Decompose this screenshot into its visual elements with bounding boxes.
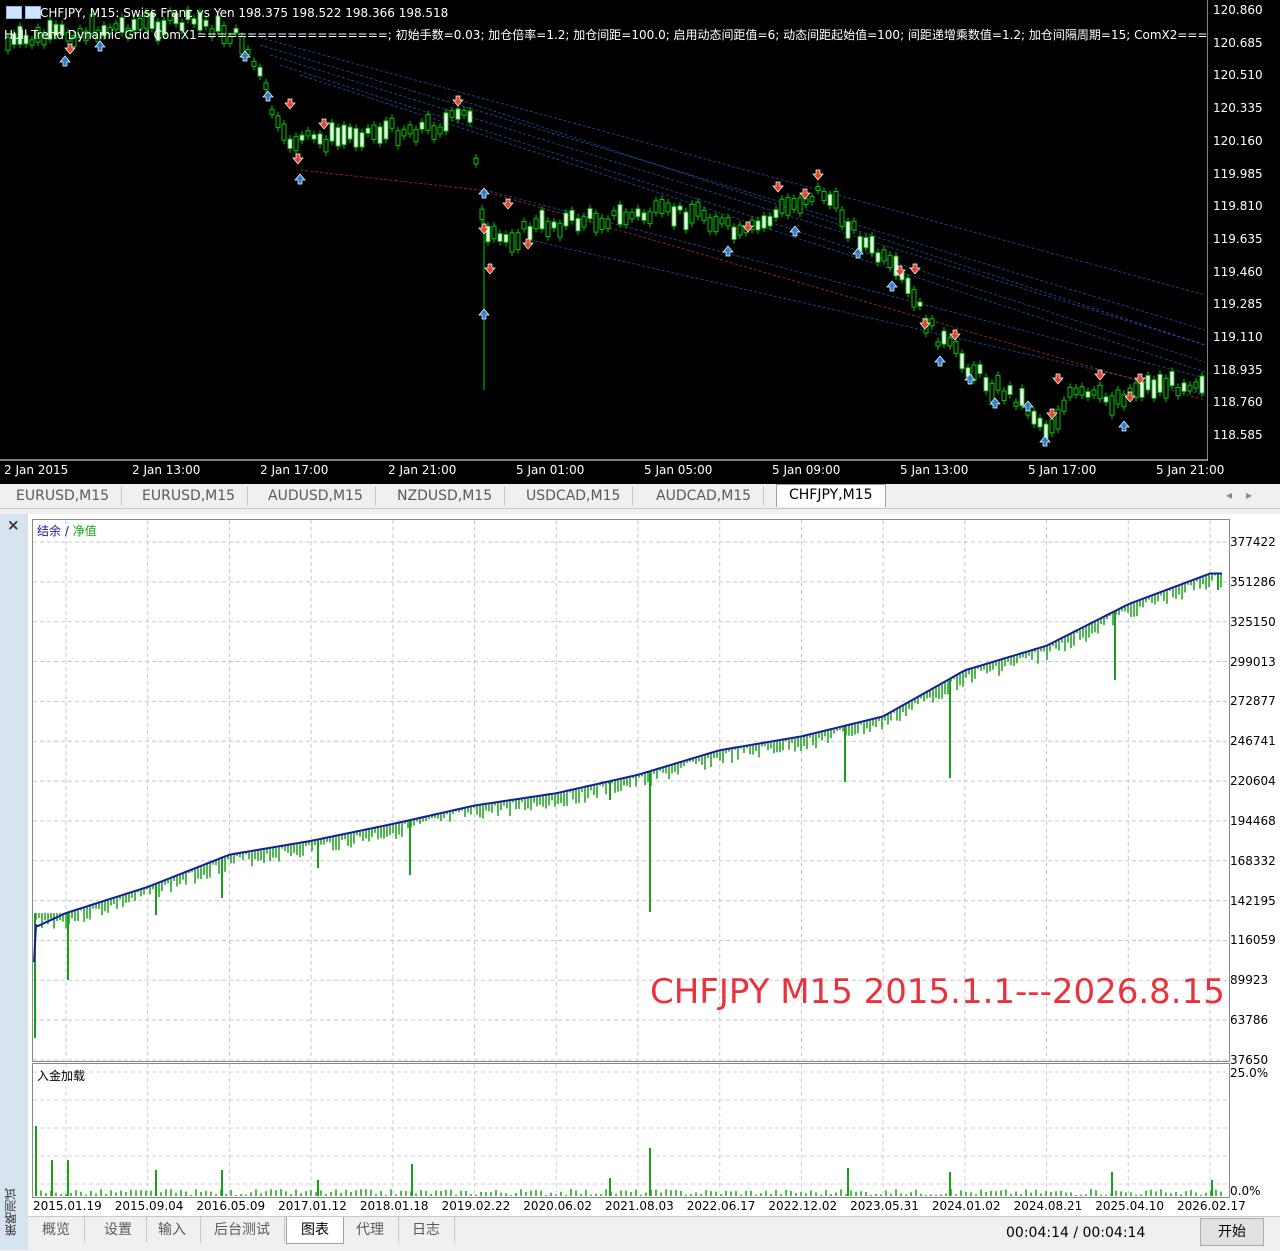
equity-tick-label: 351286 <box>1230 574 1276 589</box>
tester-tick-label: 2015.09.04 <box>114 1199 184 1213</box>
tab-settings[interactable]: 设置 <box>90 1217 147 1243</box>
elapsed-timer: 00:04:14 / 00:04:14 <box>1006 1225 1146 1241</box>
tab-agents[interactable]: 代理 <box>342 1217 399 1243</box>
tester-tick-label: 2016.05.09 <box>196 1199 266 1213</box>
tab-journal[interactable]: 日志 <box>398 1217 455 1243</box>
tester-tick-label: 2020.06.02 <box>523 1199 592 1213</box>
tab-backtest[interactable]: 后台测试 <box>200 1217 285 1243</box>
equity-tick-label: 325150 <box>1230 614 1276 629</box>
equity-legend: 结余 / 净值 <box>37 522 97 539</box>
tester-tick-label: 2025.04.10 <box>1095 1199 1164 1213</box>
tester-tick-label: 2026.02.17 <box>1177 1199 1246 1213</box>
deposit-legend: 入金加载 <box>37 1069 86 1083</box>
tab-overview[interactable]: 概览 <box>28 1217 85 1243</box>
tester-tick-label: 2015.01.19 <box>33 1199 102 1213</box>
tab-chart[interactable]: 图表 <box>286 1217 344 1244</box>
tester-tick-label: 2017.01.12 <box>278 1199 347 1213</box>
equity-tick-label: 142195 <box>1230 893 1276 908</box>
tester-tick-label: 2018.01.18 <box>359 1199 429 1213</box>
equity-tick-label: 220604 <box>1230 774 1276 789</box>
tab-inputs[interactable]: 输入 <box>144 1217 201 1243</box>
tester-tick-label: 2024.01.02 <box>931 1199 1001 1213</box>
equity-tick-label: 116059 <box>1230 933 1276 948</box>
equity-tick-label: 89923 <box>1230 973 1269 988</box>
tester-tick-label: 2023.05.31 <box>850 1199 919 1213</box>
legend-separator: / <box>61 524 73 538</box>
chart-watermark: CHFJPY M15 2015.1.1---2026.8.15 <box>650 972 1225 1012</box>
tester-tick-label: 2019.02.22 <box>441 1199 511 1213</box>
equity-tick-label: 299013 <box>1230 654 1276 669</box>
equity-tick-label: 63786 <box>1230 1013 1269 1028</box>
legend-equity: 净值 <box>72 524 97 538</box>
tester-tick-label: 2021.08.03 <box>605 1199 674 1213</box>
equity-tick-label: 37650 <box>1230 1053 1269 1067</box>
equity-tick-label: 168332 <box>1230 853 1276 868</box>
equity-tick-label: 377422 <box>1230 535 1276 549</box>
tester-tick-label: 2022.06.17 <box>686 1199 756 1213</box>
legend-balance: 结余 <box>37 524 62 538</box>
equity-tick-label: 194468 <box>1230 813 1276 828</box>
equity-tick-label: 246741 <box>1230 734 1276 749</box>
equity-tick-label: 272877 <box>1230 694 1276 709</box>
tester-chart-canvas <box>33 520 1227 1196</box>
tester-tick-label: 2022.12.02 <box>768 1199 838 1213</box>
start-button[interactable]: 开始 <box>1200 1218 1264 1246</box>
deposit-tick-label: 25.0% <box>1230 1066 1269 1080</box>
balance-line <box>33 572 1222 963</box>
tester-tick-label: 2024.08.21 <box>1013 1199 1083 1213</box>
deposit-tick-label: 0.0% <box>1230 1184 1261 1198</box>
